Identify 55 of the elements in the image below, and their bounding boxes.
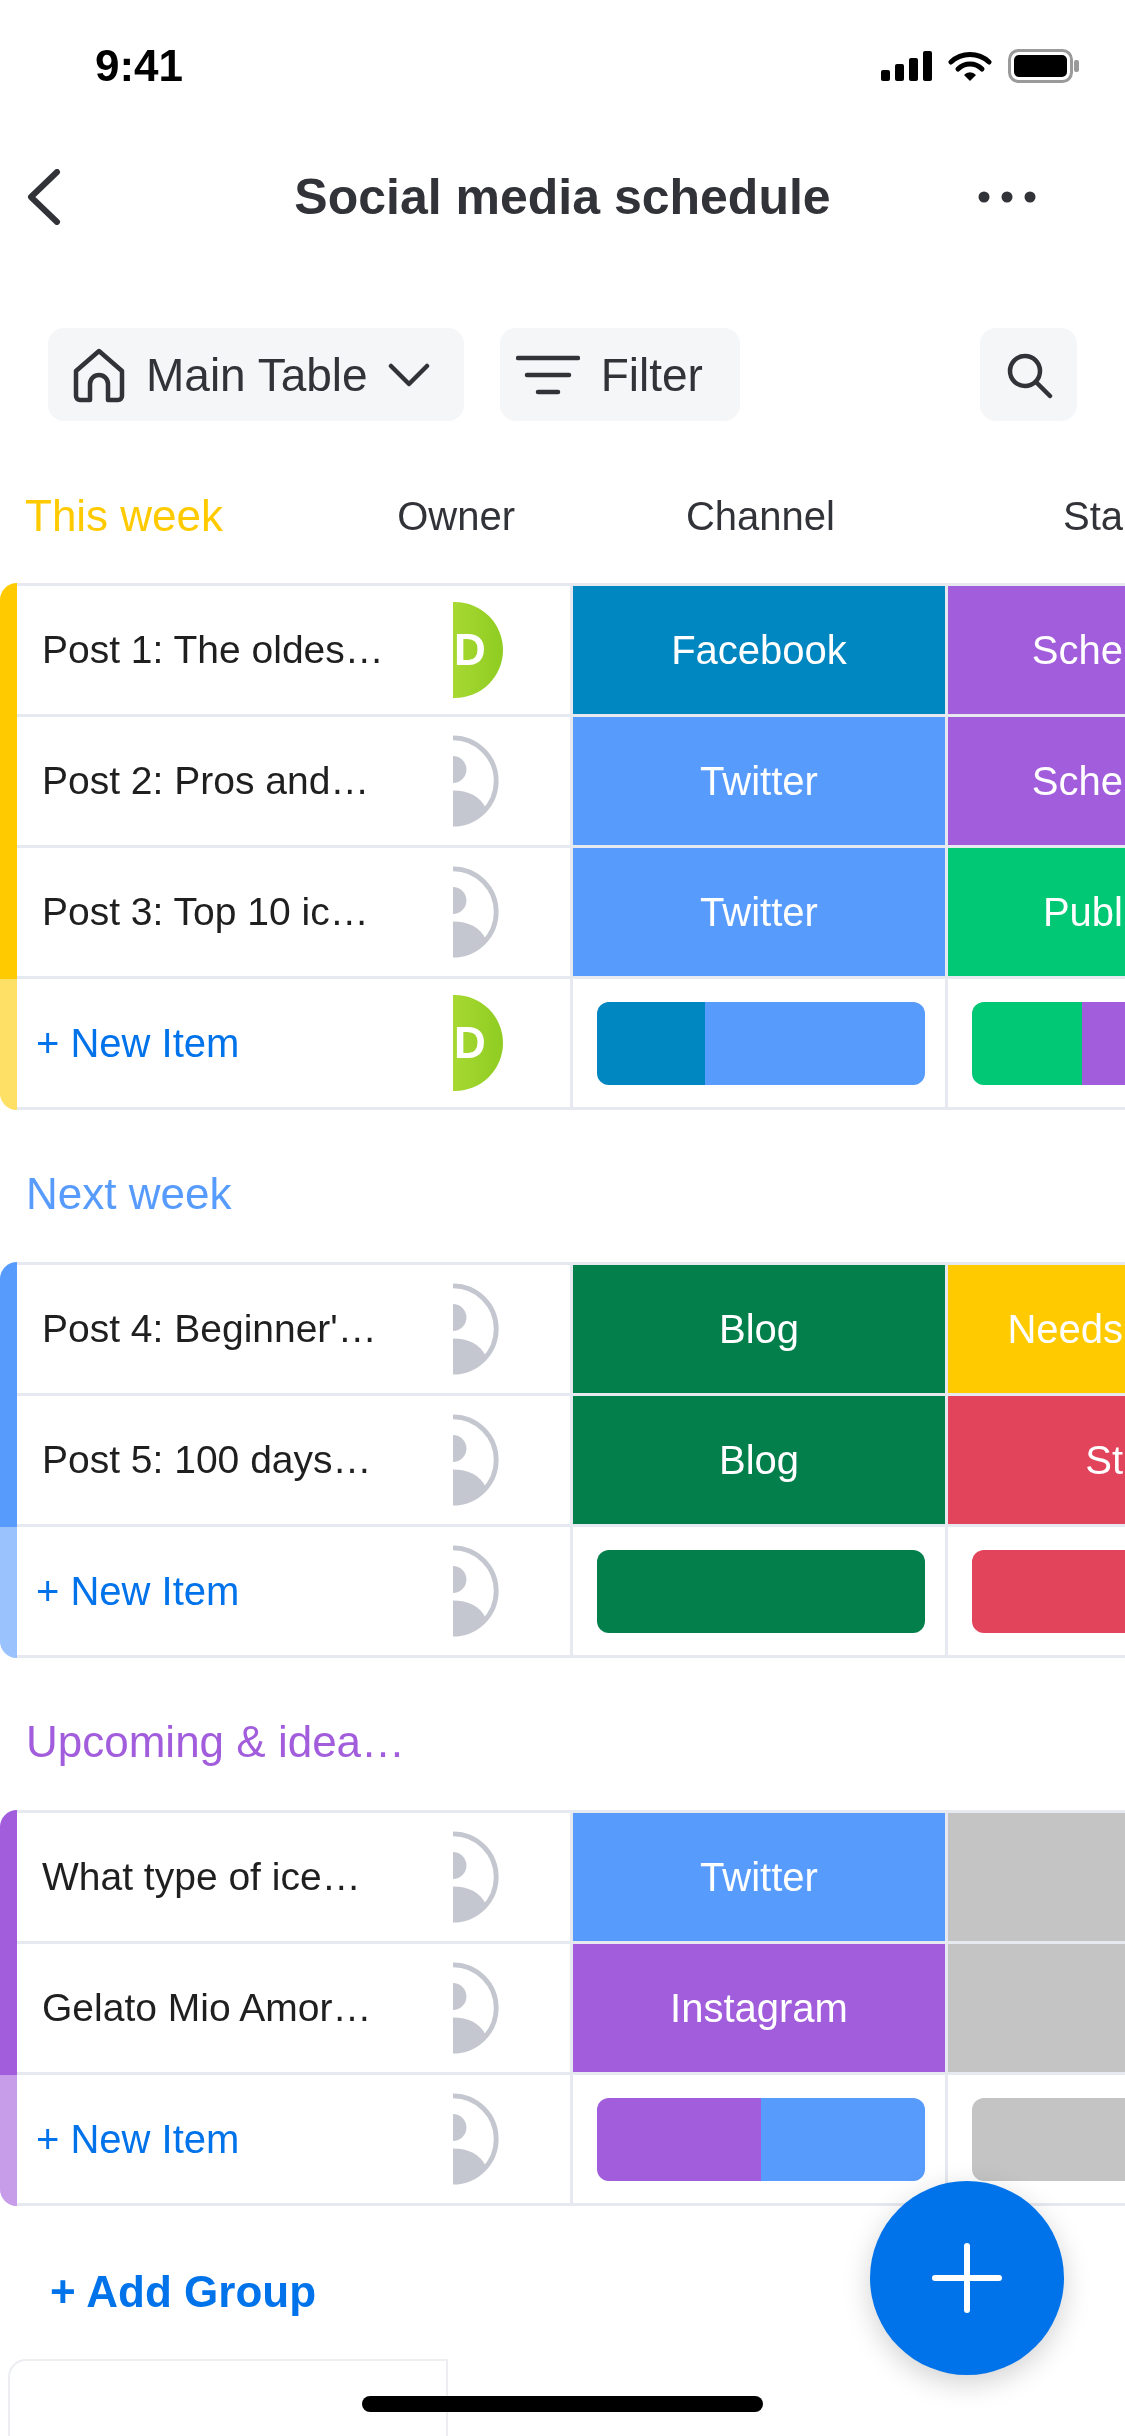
wifi-icon: [948, 50, 992, 82]
item-name[interactable]: Post 2: Pros and…: [42, 759, 453, 803]
add-group-button[interactable]: + Add Group: [50, 2260, 317, 2324]
filter-icon: [515, 354, 580, 395]
channel-cell[interactable]: Instagram: [573, 1944, 948, 2075]
person-icon: [453, 1543, 501, 1639]
person-icon: [453, 1281, 501, 1377]
person-icon: [453, 1829, 501, 1925]
view-dropdown[interactable]: Main Table: [48, 328, 464, 421]
column-header: Owner: [397, 493, 515, 539]
board-title: Social media schedule: [294, 168, 831, 226]
item-name[interactable]: Post 5: 100 days…: [42, 1438, 453, 1482]
status-cell[interactable]: [948, 1944, 1125, 2075]
group-title[interactable]: Next week: [26, 1169, 232, 1218]
person-icon: [453, 1960, 501, 2056]
person-icon: [453, 733, 501, 829]
person-icon: [453, 1412, 501, 1508]
status-cell[interactable]: [948, 1813, 1125, 1944]
new-item-button[interactable]: + New Item: [36, 1568, 453, 1614]
channel-cell[interactable]: Twitter: [573, 1813, 948, 1944]
status-cell[interactable]: St: [948, 1396, 1125, 1527]
view-label: Main Table: [146, 347, 368, 402]
new-item-button[interactable]: + New Item: [36, 1020, 453, 1066]
plus-icon: [931, 2242, 1003, 2314]
group-title[interactable]: Upcoming & idea…: [26, 1717, 406, 1766]
signal-icon: [881, 51, 932, 81]
back-icon: [26, 169, 62, 225]
filter-button[interactable]: Filter: [499, 328, 740, 421]
column-header: Channel: [685, 493, 836, 539]
new-item-button[interactable]: + New Item: [36, 2116, 453, 2162]
search-button[interactable]: [980, 328, 1077, 421]
person-icon: [453, 864, 501, 960]
back-button[interactable]: [26, 169, 62, 225]
item-name[interactable]: Gelato Mio Amor…: [42, 1986, 453, 2030]
status-cell[interactable]: Sche: [948, 586, 1125, 717]
filter-label: Filter: [600, 347, 703, 402]
channel-cell[interactable]: Blog: [573, 1265, 948, 1396]
column-header: Sta: [1061, 493, 1124, 539]
battery-icon: [1008, 49, 1080, 83]
chevron-down-icon: [387, 362, 430, 387]
item-name[interactable]: Post 3: Top 10 ic…: [42, 890, 453, 934]
item-name[interactable]: Post 1: The oldes…: [42, 628, 453, 672]
more-icon: [978, 191, 1036, 203]
channel-cell[interactable]: Facebook: [573, 586, 948, 717]
person-icon: [453, 2091, 501, 2187]
avatar: D: [453, 995, 503, 1091]
channel-cell[interactable]: Twitter: [573, 848, 948, 979]
avatar: D: [453, 602, 503, 698]
channel-cell[interactable]: Blog: [573, 1396, 948, 1527]
item-name[interactable]: What type of ice…: [42, 1855, 453, 1899]
item-name[interactable]: Post 4: Beginner'…: [42, 1307, 453, 1351]
clock-time: 9:41: [95, 44, 184, 88]
status-cell[interactable]: Sche: [948, 717, 1125, 848]
channel-cell[interactable]: Twitter: [573, 717, 948, 848]
home-icon: [72, 346, 126, 403]
